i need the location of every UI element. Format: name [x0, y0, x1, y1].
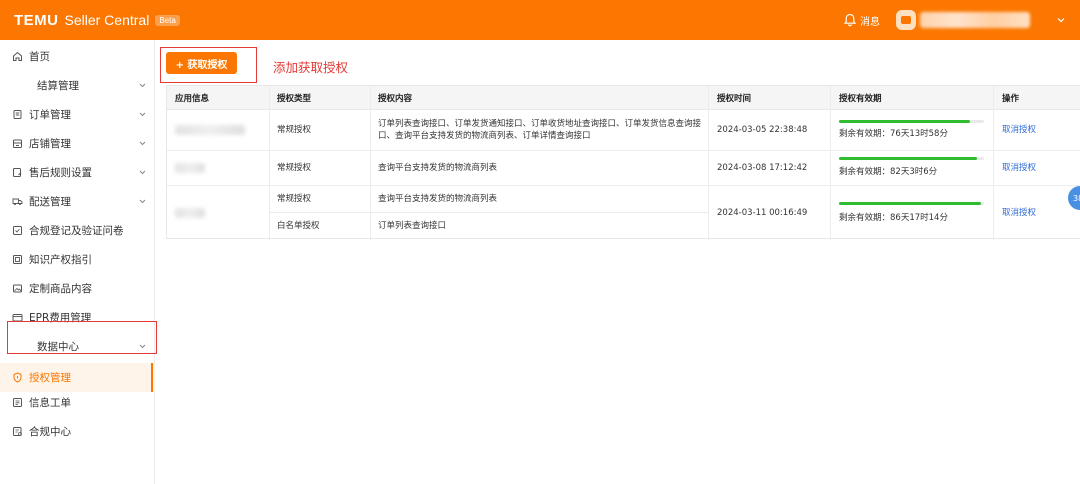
- col-validity: 授权有效期: [839, 94, 882, 104]
- chevron-down-icon: [139, 199, 146, 204]
- table-cell-time: 2024-03-05 22:38:48: [717, 125, 808, 135]
- sidebar-item-delivery[interactable]: 配送管理: [0, 187, 155, 216]
- sidebar-item-custom-content[interactable]: 定制商品内容: [0, 274, 155, 303]
- table-cell-type: 常规授权: [277, 162, 312, 173]
- validity-progress-bar: [839, 157, 984, 160]
- app-info-blurred: [175, 162, 205, 173]
- form-icon: [13, 226, 22, 235]
- validity-progress-fill: [839, 202, 982, 205]
- sidebar-item-label: 合规登记及验证问卷: [29, 225, 124, 237]
- ticket-icon: [13, 398, 22, 407]
- table-cell-time: 2024-03-08 17:12:42: [717, 162, 808, 173]
- ip-icon: [13, 255, 22, 264]
- table-cell-validity: 剩余有效期：82天3时6分: [839, 167, 938, 177]
- avatar[interactable]: [896, 10, 916, 30]
- bell-icon[interactable]: [843, 13, 857, 27]
- validity-progress-bar: [839, 120, 984, 123]
- sidebar-item-settlement[interactable]: 结算管理: [0, 71, 155, 100]
- table-cell-validity: 剩余有效期：86天17时14分: [839, 213, 948, 223]
- table-row-app-info: [175, 150, 265, 185]
- table-cell-content: 订单列表查询接口: [378, 221, 447, 231]
- sidebar-item-label: 结算管理: [37, 80, 79, 92]
- cancel-authorization-link[interactable]: 取消授权: [1002, 110, 1062, 150]
- shield-icon: [13, 372, 22, 383]
- validity-progress-bar: [839, 202, 984, 205]
- app-info-blurred: [175, 207, 205, 218]
- sidebar-item-label: 定制商品内容: [29, 283, 92, 295]
- sidebar-item-store[interactable]: 店铺管理: [0, 129, 155, 158]
- validity-progress-fill: [839, 157, 977, 160]
- sidebar-item-home[interactable]: 首页: [0, 42, 155, 71]
- sidebar-item-label: 首页: [29, 51, 50, 63]
- table-cell-content: 查询平台支持发货的物流商列表: [378, 193, 498, 204]
- table-cell-type: 常规授权: [277, 125, 312, 135]
- sidebar-item-label: 店铺管理: [29, 138, 71, 150]
- col-app-info: 应用信息: [175, 94, 210, 104]
- chevron-down-icon: [139, 170, 146, 175]
- authorization-table: 应用信息 授权类型 授权内容 授权时间 授权有效期 操作 常规授权 订单列表查询…: [166, 85, 1080, 240]
- sidebar-item-orders[interactable]: 订单管理: [0, 100, 155, 129]
- sidebar-item-aftersale[interactable]: 售后规则设置: [0, 158, 155, 187]
- sidebar-item-compliance-center[interactable]: 合规中心: [0, 417, 155, 446]
- chevron-down-icon: [139, 141, 146, 146]
- table-cell-validity: 剩余有效期：76天13时58分: [839, 129, 948, 139]
- app-info-blurred: [175, 125, 245, 135]
- table-cell-time: 2024-03-11 00:16:49: [717, 207, 808, 218]
- highlight-box-nav: [7, 321, 157, 354]
- col-auth-content: 授权内容: [378, 94, 413, 104]
- sidebar-item-label: 知识产权指引: [29, 254, 92, 266]
- sidebar-item-compliance-registration[interactable]: 合规登记及验证问卷: [0, 216, 155, 245]
- col-auth-type: 授权类型: [277, 94, 312, 104]
- truck-icon: [12, 198, 23, 206]
- cancel-authorization-link[interactable]: 取消授权: [1002, 185, 1062, 240]
- home-icon: [13, 51, 22, 61]
- user-name-blurred[interactable]: [920, 12, 1030, 28]
- chevron-down-icon: [139, 83, 146, 88]
- sidebar-item-label: 配送管理: [29, 196, 71, 208]
- validity-progress-fill: [839, 120, 970, 123]
- table-cell-content: 查询平台支持发货的物流商列表: [378, 162, 498, 173]
- brand-name: TEMU: [14, 11, 59, 29]
- compliance-icon: [13, 427, 22, 436]
- table-row-app-info: [175, 185, 265, 240]
- sidebar: 首页 结算管理 订单管理 店铺管理 售后规则设置 配送管理 合规登记及验证问卷 …: [0, 40, 155, 484]
- sidebar-item-label: 信息工单: [29, 397, 71, 409]
- chevron-down-icon[interactable]: [1056, 15, 1066, 25]
- beta-badge: Beta: [155, 14, 180, 26]
- store-icon: [13, 139, 22, 148]
- sidebar-item-label: 售后规则设置: [29, 167, 92, 179]
- table-row-app-info: [175, 110, 265, 150]
- table-cell-content: 订单列表查询接口、订单发货通知接口、订单收货地址查询接口、订单发货信息查询接口、…: [378, 119, 702, 141]
- store-icon: [901, 16, 911, 24]
- messages-link[interactable]: 消息: [860, 13, 880, 28]
- sidebar-item-ip-guide[interactable]: 知识产权指引: [0, 245, 155, 274]
- sidebar-item-label: 订单管理: [29, 109, 71, 121]
- top-bar: TEMU Seller Central Beta 消息: [0, 0, 1080, 40]
- order-icon: [13, 110, 22, 119]
- product-name: Seller Central: [64, 12, 150, 28]
- highlight-box-button: [160, 47, 257, 83]
- image-icon: [13, 284, 22, 293]
- chevron-down-icon: [139, 112, 146, 117]
- col-auth-time: 授权时间: [717, 94, 752, 104]
- sidebar-item-label: 授权管理: [29, 372, 71, 384]
- logo[interactable]: TEMU Seller Central Beta: [14, 12, 180, 29]
- col-actions: 操作: [1002, 94, 1020, 104]
- cancel-authorization-link[interactable]: 取消授权: [1002, 150, 1062, 185]
- sidebar-item-label: 合规中心: [29, 426, 71, 438]
- sidebar-item-tickets[interactable]: 信息工单: [0, 388, 155, 417]
- table-cell-type: 白名单授权: [277, 221, 320, 231]
- top-right-area: 消息: [843, 0, 1080, 40]
- table-cell-type: 常规授权: [277, 193, 312, 204]
- annotation-text: 添加获取授权: [273, 60, 349, 75]
- aftersale-icon: [13, 168, 22, 177]
